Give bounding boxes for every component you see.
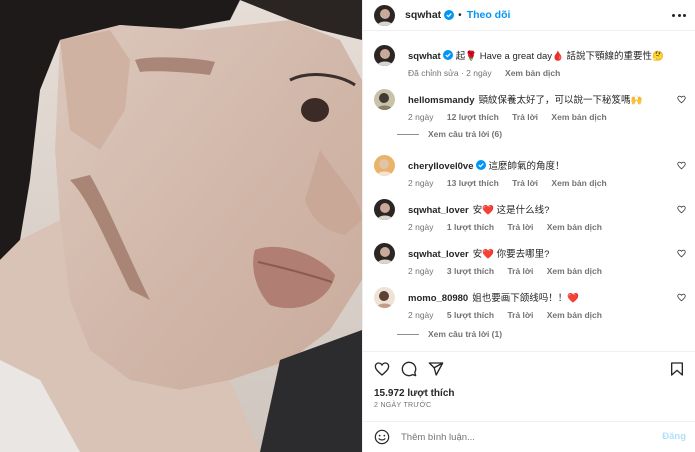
comment-body: 安❤️ 这是什么线? xyxy=(472,205,550,216)
caption-edited-time: Đã chỉnh sửa · 2 ngày xyxy=(408,68,492,78)
avatar[interactable] xyxy=(374,89,395,110)
view-replies-button[interactable]: Xem câu trả lời (6) xyxy=(397,129,502,139)
avatar[interactable] xyxy=(374,243,395,264)
follow-button[interactable]: Theo dõi xyxy=(467,9,511,21)
comment-time: 2 ngày xyxy=(408,222,434,232)
translate-link[interactable]: Xem bản dịch xyxy=(547,266,602,276)
post-header: sqwhat • Theo dõi xyxy=(363,0,695,31)
translate-link[interactable]: Xem bản dịch xyxy=(547,222,602,232)
view-replies-button[interactable]: Xem câu trả lời (1) xyxy=(397,329,502,339)
translate-link[interactable]: Xem bản dịch xyxy=(551,112,606,122)
comment-icon[interactable] xyxy=(401,361,417,377)
separator-dot: • xyxy=(458,9,462,21)
reply-button[interactable]: Trả lời xyxy=(507,310,533,320)
comment-time: 2 ngày xyxy=(408,266,434,276)
comment-likes[interactable]: 1 lượt thích xyxy=(447,222,494,232)
heart-icon[interactable] xyxy=(677,205,686,214)
avatar[interactable] xyxy=(374,199,395,220)
comment-text: hellomsmandy 頸紋保養太好了，可以說一下秘笈嗎🙌 xyxy=(408,92,642,106)
comment-username[interactable]: hellomsmandy xyxy=(408,95,475,106)
comment-likes[interactable]: 13 lượt thích xyxy=(447,178,499,188)
caption-username[interactable]: sqwhat xyxy=(408,51,441,62)
reply-button[interactable]: Trả lời xyxy=(507,222,533,232)
comment-username[interactable]: sqwhat_lover xyxy=(408,249,469,260)
comment-meta: 2 ngày 12 lượt thích Trả lời Xem bản dịc… xyxy=(408,112,618,122)
avatar[interactable] xyxy=(374,45,395,66)
caption-body: 起🌹 Have a great day🩸 話說下顎線的重要性🤔 xyxy=(455,51,664,62)
reply-button[interactable]: Trả lời xyxy=(512,178,538,188)
comment-time: 2 ngày xyxy=(408,112,434,122)
add-comment-bar: Đăng xyxy=(363,421,695,452)
post-time[interactable]: 2 NGÀY TRƯỚC xyxy=(374,402,431,409)
heart-icon[interactable] xyxy=(677,249,686,258)
verified-icon xyxy=(475,160,486,170)
post-detail-panel: sqwhat • Theo dõi sqwhat 起🌹 Have a great … xyxy=(362,0,695,452)
avatar[interactable] xyxy=(374,4,395,26)
comment-time: 2 ngày xyxy=(408,310,434,320)
comment-meta: 2 ngày 1 lượt thích Trả lời Xem bản dịch xyxy=(408,222,613,232)
comment-time: 2 ngày xyxy=(408,178,434,188)
comment-body: 安❤️ 你要去哪里? xyxy=(472,249,550,260)
comment-text: cheryllovel0ve 這麼帥氣的角度！ xyxy=(408,158,565,172)
more-icon[interactable] xyxy=(672,9,686,21)
comment-username[interactable]: sqwhat_lover xyxy=(408,205,469,216)
share-icon[interactable] xyxy=(428,361,444,377)
comment-meta: 2 ngày 5 lượt thích Trả lời Xem bản dịch xyxy=(408,310,613,320)
likes-count[interactable]: 15.972 lượt thích xyxy=(374,388,455,399)
verified-icon xyxy=(442,50,453,60)
reply-button[interactable]: Trả lời xyxy=(507,266,533,276)
comment-username[interactable]: cheryllovel0ve xyxy=(408,161,474,172)
translate-link[interactable]: Xem bản dịch xyxy=(505,68,560,78)
avatar[interactable] xyxy=(374,287,395,308)
comment-body: 頸紋保養太好了，可以說一下秘笈嗎🙌 xyxy=(478,95,643,106)
translate-link[interactable]: Xem bản dịch xyxy=(547,310,602,320)
comment-username[interactable]: momo_80980 xyxy=(408,293,468,304)
comment-text: sqwhat_lover 安❤️ 这是什么线? xyxy=(408,202,549,216)
post-username[interactable]: sqwhat xyxy=(405,9,441,21)
post-actions: 15.972 lượt thích 2 NGÀY TRƯỚC xyxy=(363,351,695,421)
post-photo xyxy=(0,0,362,452)
comment-text: momo_80980 姐也要画下颌线吗！！❤️ xyxy=(408,290,579,304)
comments-list[interactable]: sqwhat 起🌹 Have a great day🩸 話說下顎線的重要性🤔 Đã… xyxy=(363,31,695,351)
emoji-icon[interactable] xyxy=(374,429,390,445)
comment-likes[interactable]: 5 lượt thích xyxy=(447,310,494,320)
bookmark-icon[interactable] xyxy=(669,361,685,377)
caption-meta: Đã chỉnh sửa · 2 ngày Xem bản dịch xyxy=(408,68,571,78)
post-comment-button[interactable]: Đăng xyxy=(662,431,686,442)
caption-text: sqwhat 起🌹 Have a great day🩸 話說下顎線的重要性🤔 xyxy=(408,48,664,62)
comment-likes[interactable]: 12 lượt thích xyxy=(447,112,499,122)
heart-icon[interactable] xyxy=(677,95,686,104)
heart-icon[interactable] xyxy=(374,361,390,377)
heart-icon[interactable] xyxy=(677,161,686,170)
translate-link[interactable]: Xem bản dịch xyxy=(551,178,606,188)
avatar[interactable] xyxy=(374,155,395,176)
view-replies-label[interactable]: Xem câu trả lời (1) xyxy=(428,329,502,339)
heart-icon[interactable] xyxy=(677,293,686,302)
comment-body: 這麼帥氣的角度！ xyxy=(488,161,565,172)
comment-meta: 2 ngày 3 lượt thích Trả lời Xem bản dịch xyxy=(408,266,613,276)
post-photo-image xyxy=(0,0,362,452)
comment-input[interactable] xyxy=(401,428,641,446)
replies-line xyxy=(397,333,419,335)
verified-icon xyxy=(444,10,455,20)
comment-meta: 2 ngày 13 lượt thích Trả lời Xem bản dịc… xyxy=(408,178,618,188)
comment-body: 姐也要画下颌线吗！！❤️ xyxy=(472,293,580,304)
comment-text: sqwhat_lover 安❤️ 你要去哪里? xyxy=(408,246,549,260)
view-replies-label[interactable]: Xem câu trả lời (6) xyxy=(428,129,502,139)
reply-button[interactable]: Trả lời xyxy=(512,112,538,122)
replies-line xyxy=(397,133,419,135)
comment-likes[interactable]: 3 lượt thích xyxy=(447,266,494,276)
